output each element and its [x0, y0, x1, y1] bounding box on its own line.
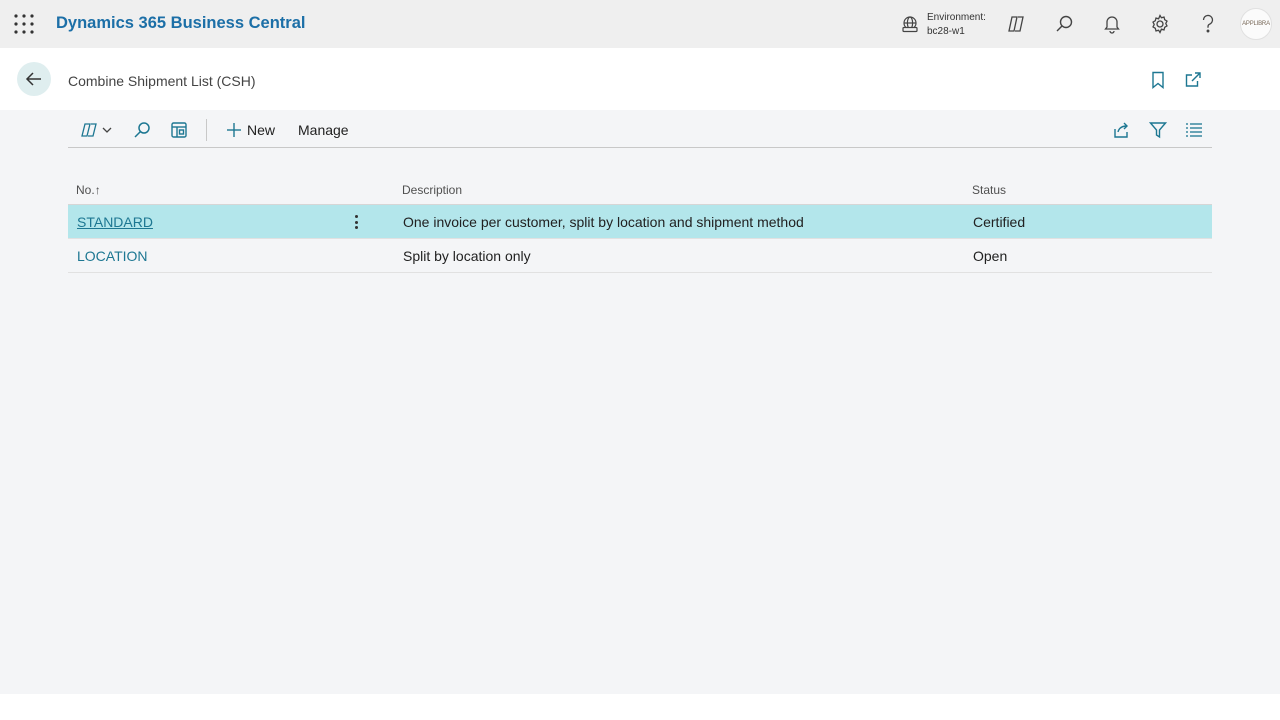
new-button[interactable]: New [226, 120, 275, 140]
list-view-icon[interactable] [1184, 120, 1204, 140]
back-button[interactable] [17, 62, 51, 96]
environment-value: bc28-w1 [927, 26, 965, 37]
top-app-bar: Dynamics 365 Business Central Environmen… [0, 0, 1280, 48]
app-launcher-icon[interactable] [13, 13, 35, 35]
shipment-table: No.↑ Description Status STANDARD One inv… [68, 172, 1212, 273]
new-button-label: New [247, 122, 276, 138]
gear-icon[interactable] [1149, 13, 1171, 35]
row-description: One invoice per customer, split by locat… [403, 214, 804, 230]
app-title[interactable]: Dynamics 365 Business Central [56, 14, 305, 33]
column-header-description[interactable]: Description [402, 183, 462, 197]
environment-label[interactable]: Environment: bc28-w1 [927, 11, 986, 39]
edit-list-icon[interactable] [169, 120, 189, 140]
search-icon[interactable] [132, 120, 152, 140]
column-header-status[interactable]: Status [972, 183, 1006, 197]
action-bar: New Manage [68, 110, 1212, 148]
plus-icon [227, 123, 241, 137]
table-row[interactable]: LOCATION Split by location only Open [68, 239, 1212, 273]
row-no-link[interactable]: LOCATION [77, 248, 148, 264]
copilot-menu-button[interactable] [80, 120, 114, 140]
table-header-row: No.↑ Description Status [68, 172, 1212, 205]
column-header-no-label: No. [76, 183, 95, 197]
avatar-text: APPLIBRA [1242, 21, 1270, 27]
search-icon[interactable] [1053, 13, 1075, 35]
bottom-strip [0, 694, 1280, 720]
help-icon[interactable] [1197, 13, 1219, 35]
row-status: Certified [973, 214, 1026, 230]
open-new-window-icon[interactable] [1183, 70, 1203, 90]
sort-ascending-icon: ↑ [94, 183, 101, 197]
action-bar-separator [206, 119, 207, 141]
table-row[interactable]: STANDARD One invoice per customer, split… [68, 205, 1212, 239]
row-menu-icon[interactable] [350, 213, 362, 231]
bookmark-icon[interactable] [1148, 70, 1168, 90]
copilot-icon[interactable] [1005, 13, 1027, 35]
content-area: New Manage No.↑ Description Status STAND… [0, 110, 1280, 694]
user-avatar[interactable]: APPLIBRA [1240, 8, 1272, 40]
share-icon[interactable] [1111, 120, 1131, 140]
page-title: Combine Shipment List (CSH) [68, 73, 256, 89]
page-header: Combine Shipment List (CSH) [0, 48, 1280, 110]
column-header-no[interactable]: No.↑ [76, 183, 101, 197]
filter-icon[interactable] [1148, 120, 1168, 140]
row-description: Split by location only [403, 248, 531, 264]
row-status: Open [973, 248, 1008, 264]
environment-caption: Environment: [927, 12, 986, 23]
environment-icon[interactable] [900, 15, 920, 33]
bell-icon[interactable] [1101, 13, 1123, 35]
row-no-link[interactable]: STANDARD [77, 214, 153, 230]
manage-menu-button[interactable]: Manage [298, 120, 349, 140]
